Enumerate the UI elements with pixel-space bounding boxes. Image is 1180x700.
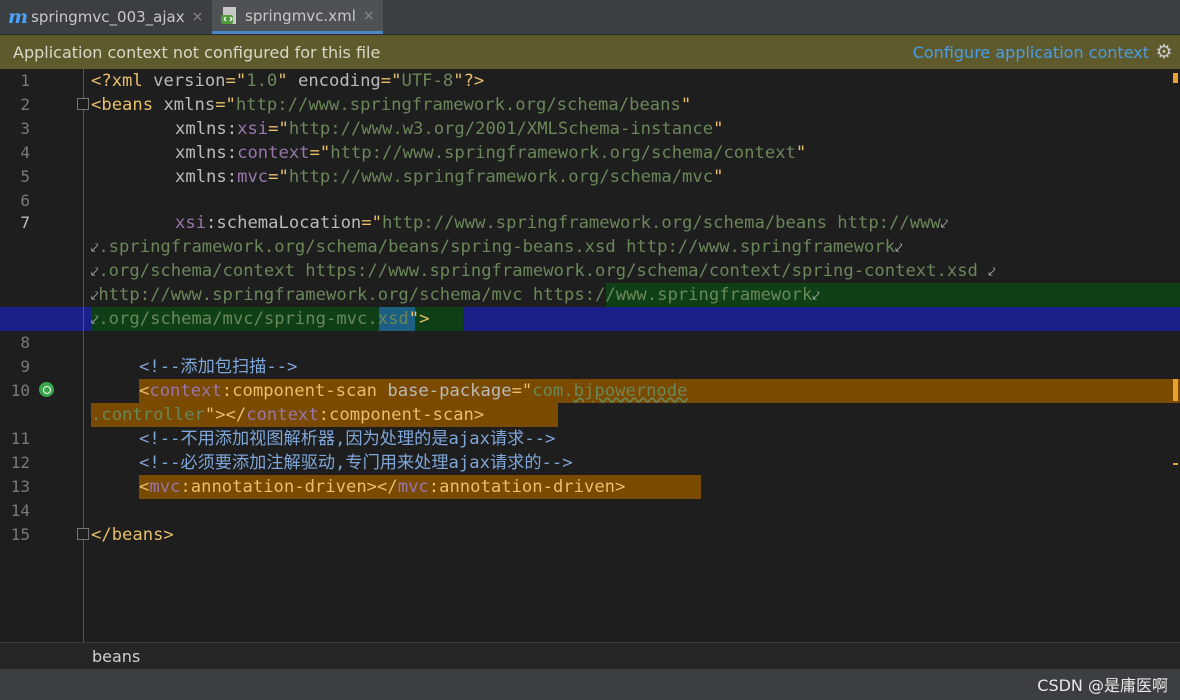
soft-wrap-icon: ⤦ [895, 241, 903, 256]
watermark: CSDN @是庸医啊 [1037, 676, 1168, 695]
code-line-2: <beans xmlns="http://www.springframework… [91, 95, 692, 115]
error-stripe-mark[interactable] [1173, 463, 1178, 465]
line-number: 9 [20, 357, 30, 376]
line-number: 2 [20, 95, 30, 114]
code-line-15: </beans> [91, 525, 174, 545]
line-number: 14 [10, 501, 30, 520]
line-number: 12 [10, 453, 30, 472]
tab-label: springmvc.xml [245, 6, 356, 25]
code-line-13: <mvc:annotation-driven></mvc:annotation-… [139, 477, 626, 497]
line-number: 4 [20, 143, 30, 162]
code-line-7-wrap: ⤦.org/schema/mvc/spring-mvc.xsd"> [91, 309, 430, 329]
line-number: 10 [10, 381, 30, 400]
status-bar: CSDN @是庸医啊 [0, 669, 1180, 700]
soft-wrap-icon: ⤦ [940, 217, 949, 232]
gutter-divider [83, 69, 84, 642]
code-line-4: xmlns:context="http://www.springframewor… [175, 143, 807, 163]
code-line-7-wrap: ⤦.springframework.org/schema/beans/sprin… [91, 237, 903, 257]
code-line-3: xmlns:xsi="http://www.w3.org/2001/XMLSch… [175, 119, 724, 139]
line-number: 7 [20, 213, 30, 232]
code-line-12: <!--必须要添加注解驱动,专门用来处理ajax请求的--> [139, 453, 573, 473]
line-number: 6 [20, 191, 30, 210]
code-line-7-wrap: ⤦.org/schema/context https://www.springf… [91, 261, 996, 281]
tab-springmvc-xml[interactable]: springmvc.xml × [212, 0, 383, 34]
tab-springmvc-003-ajax[interactable]: m springmvc_003_ajax × [8, 0, 203, 34]
notification-banner: Application context not configured for t… [0, 35, 1180, 69]
fold-marker[interactable] [77, 98, 89, 110]
line-number: 5 [20, 167, 30, 186]
line-number: 15 [10, 525, 30, 544]
gear-icon[interactable]: ⚙ [1153, 41, 1175, 63]
error-stripe-mark[interactable] [1173, 379, 1178, 401]
fold-marker[interactable] [77, 528, 89, 540]
code-line-7-wrap: ⤦http://www.springframework.org/schema/m… [91, 285, 820, 305]
soft-wrap-icon: ⤦ [812, 289, 820, 304]
line-number: 1 [20, 71, 30, 90]
intention-bulb-icon[interactable] [39, 382, 54, 397]
error-stripe-mark[interactable] [1173, 73, 1178, 83]
code-line-11: <!--不用添加视图解析器,因为处理的是ajax请求--> [139, 429, 556, 449]
code-line-10-wrap: .controller"></context:component-scan> [91, 405, 485, 425]
close-icon[interactable]: × [192, 9, 204, 25]
code-line-9: <!--添加包扫描--> [139, 357, 298, 377]
close-icon[interactable]: × [363, 8, 375, 24]
maven-module-icon: m [8, 6, 29, 28]
breadcrumb: beans [0, 642, 1180, 670]
line-number: 8 [20, 333, 30, 352]
code-line-1: <?xml version="1.0" encoding="UTF-8"?> [91, 71, 485, 91]
tab-label: springmvc_003_ajax [31, 8, 185, 26]
line-number: 3 [20, 119, 30, 138]
line-number: 11 [10, 429, 30, 448]
code-editor[interactable]: 1 2 3 4 5 6 7 8 9 10 11 12 13 14 15 <?xm… [0, 69, 1180, 642]
banner-message: Application context not configured for t… [13, 42, 381, 62]
configure-context-link[interactable]: Configure application context [913, 43, 1149, 62]
code-line-5: xmlns:mvc="http://www.springframework.or… [175, 167, 724, 187]
code-line-10: <context:component-scan base-package="co… [139, 381, 688, 401]
xml-file-icon [221, 6, 236, 24]
line-number: 13 [10, 477, 30, 496]
soft-wrap-icon: ⤦ [988, 265, 996, 280]
editor-tab-bar: m springmvc_003_ajax × springmvc.xml × [0, 0, 1180, 35]
breadcrumb-item[interactable]: beans [92, 647, 140, 666]
code-line-7: xsi:schemaLocation="http://www.springfra… [175, 213, 949, 233]
